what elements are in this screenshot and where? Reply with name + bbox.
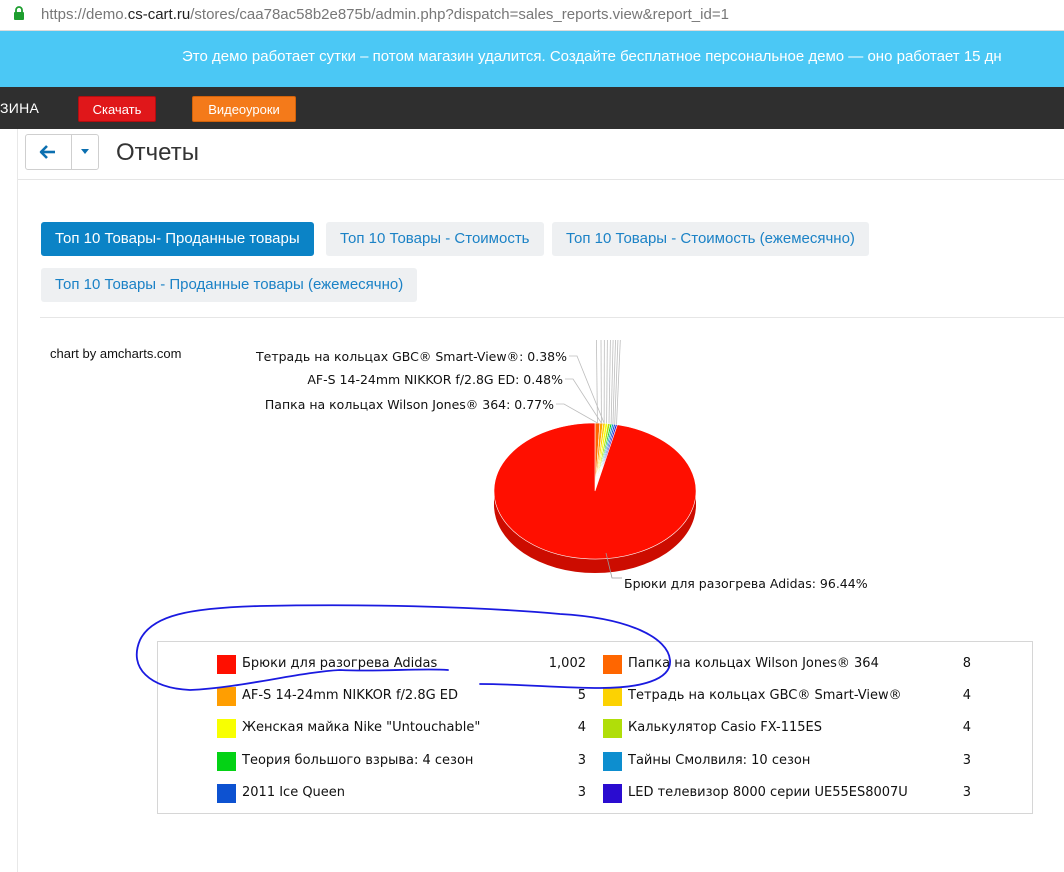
- legend-swatch: [603, 687, 622, 706]
- legend-label: LED телевизор 8000 серии UE55ES8007U: [628, 785, 908, 800]
- legend-item[interactable]: 2011 Ice Queen 3: [217, 784, 587, 804]
- legend-item[interactable]: Тетрадь на кольцах GBC® Smart-View® 4: [603, 687, 973, 707]
- legend-swatch: [217, 719, 236, 738]
- legend-swatch: [603, 655, 622, 674]
- legend-swatch: [603, 752, 622, 771]
- legend-label: Женская майка Nike "Untouchable": [242, 720, 481, 735]
- pie-slice[interactable]: [493, 422, 697, 560]
- legend-swatch: [217, 752, 236, 771]
- legend-label: Брюки для разогрева Adidas: [242, 656, 438, 671]
- legend-value: 3: [962, 753, 971, 768]
- legend-value: 4: [962, 720, 971, 735]
- legend-label: Тетрадь на кольцах GBC® Smart-View®: [628, 688, 902, 703]
- legend-value: 8: [962, 656, 971, 671]
- legend-label: Калькулятор Casio FX-115ES: [628, 720, 822, 735]
- legend-item[interactable]: Брюки для разогрева Adidas 1,002: [217, 655, 587, 675]
- legend-label: Теория большого взрыва: 4 сезон: [242, 753, 474, 768]
- legend-value: 3: [577, 785, 586, 800]
- slice-label: Брюки для разогрева Adidas: 96.44%: [624, 576, 868, 591]
- label-leader-line: [569, 355, 605, 424]
- label-leader-line: [610, 339, 614, 424]
- legend-item[interactable]: Папка на кольцах Wilson Jones® 364 8: [603, 655, 973, 675]
- legend-item[interactable]: Женская майка Nike "Untouchable" 4: [217, 719, 587, 739]
- legend-item[interactable]: LED телевизор 8000 серии UE55ES8007U 3: [603, 784, 973, 804]
- legend-label: AF-S 14-24mm NIKKOR f/2.8G ED: [242, 688, 459, 703]
- legend-item[interactable]: AF-S 14-24mm NIKKOR f/2.8G ED 5: [217, 687, 587, 707]
- legend-label: Папка на кольцах Wilson Jones® 364: [628, 656, 879, 671]
- legend-label: 2011 Ice Queen: [242, 785, 346, 800]
- legend-label: Тайны Смолвиля: 10 сезон: [628, 753, 811, 768]
- slice-label: Тетрадь на кольцах GBC® Smart-View®: 0.3…: [255, 349, 567, 364]
- slice-label: Папка на кольцах Wilson Jones® 364: 0.77…: [265, 397, 554, 412]
- legend-value: 4: [577, 720, 586, 735]
- legend-item[interactable]: Калькулятор Casio FX-115ES 4: [603, 719, 973, 739]
- legend-value: 1,002: [548, 656, 586, 671]
- legend-swatch: [217, 784, 236, 803]
- legend-value: 5: [577, 688, 586, 703]
- legend-swatch: [217, 655, 236, 674]
- pie-slices: [493, 422, 697, 560]
- label-leader-line: [596, 339, 598, 424]
- legend-swatch: [603, 784, 622, 803]
- slice-label: AF-S 14-24mm NIKKOR f/2.8G ED: 0.48%: [307, 372, 563, 387]
- label-leader-line: [608, 339, 611, 424]
- label-leader-line: [606, 339, 608, 424]
- legend-swatch: [217, 687, 236, 706]
- label-leader-line: [565, 378, 602, 424]
- legend-swatch: [603, 719, 622, 738]
- legend-value: 4: [962, 688, 971, 703]
- chart-legend: Брюки для разогрева Adidas 1,002 Папка н…: [157, 641, 1033, 814]
- legend-value: 3: [962, 785, 971, 800]
- legend-value: 3: [577, 753, 586, 768]
- legend-item[interactable]: Теория большого взрыва: 4 сезон 3: [217, 752, 587, 772]
- legend-item[interactable]: Тайны Смолвиля: 10 сезон 3: [603, 752, 973, 772]
